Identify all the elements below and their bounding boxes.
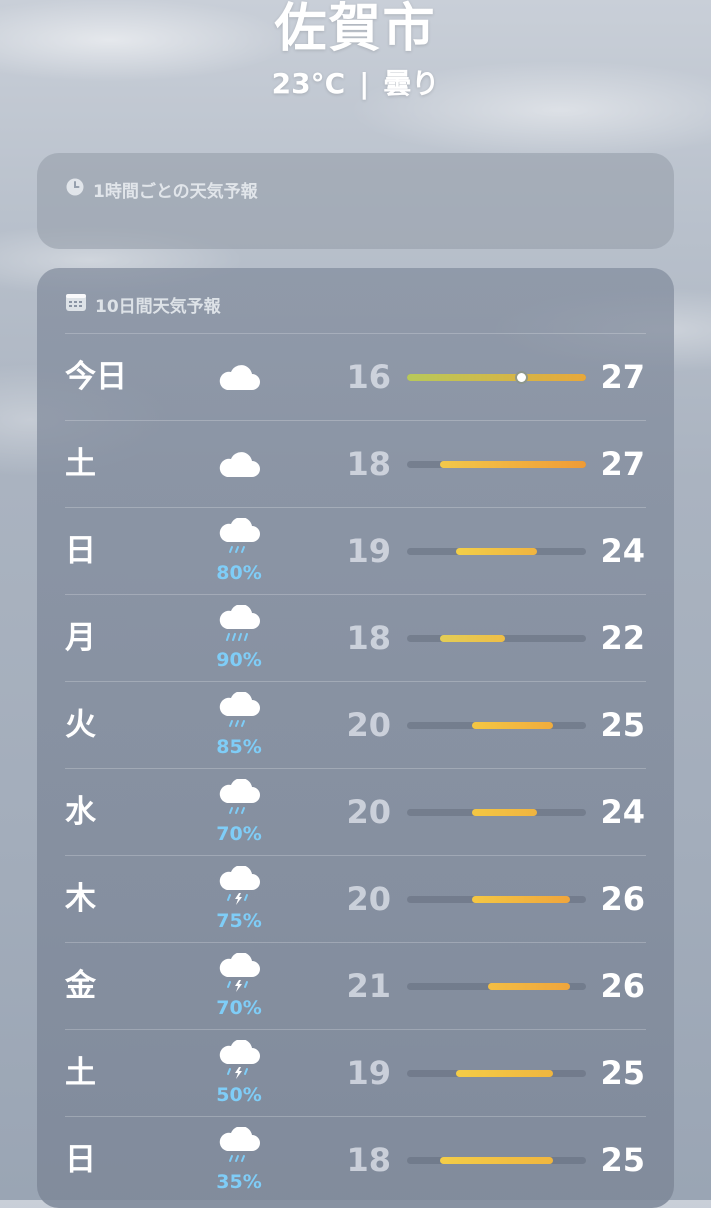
- precipitation-chance: 35%: [216, 1171, 262, 1193]
- forecast-day-label: 月: [65, 620, 96, 656]
- temperature-range-bar: [407, 635, 586, 642]
- low-temperature: 20: [346, 706, 391, 744]
- calendar-icon: [65, 292, 87, 317]
- temperature-range-fill: [439, 1157, 554, 1164]
- current-temperature-marker: [516, 373, 526, 382]
- high-temperature: 27: [600, 358, 645, 396]
- hourly-forecast-title: 1時間ごとの天気予報: [93, 182, 258, 202]
- forecast-row[interactable]: 月 90% 18 22: [37, 595, 674, 682]
- low-temperature: 18: [346, 619, 391, 657]
- forecast-day-label: 金: [65, 968, 96, 1004]
- high-temperature: 24: [600, 532, 645, 570]
- precipitation-chance: 80%: [216, 562, 262, 584]
- forecast-day-label: 日: [65, 533, 96, 569]
- temperature-range-bar: [407, 1157, 586, 1164]
- cloud-icon: [212, 421, 266, 508]
- low-temperature: 20: [346, 880, 391, 918]
- forecast-day-label: 火: [65, 707, 96, 743]
- precipitation-chance: 85%: [216, 736, 262, 758]
- precipitation-chance: 70%: [216, 823, 262, 845]
- high-temperature: 27: [600, 445, 645, 483]
- precipitation-chance: 90%: [216, 649, 262, 671]
- high-temperature: 22: [600, 619, 645, 657]
- daily-forecast-card[interactable]: 10日間天気予報 今日 16 27 土 18 27 日 80% 19 24 月 90% 18 22 火 85%…: [37, 268, 674, 1208]
- forecast-day-label: 土: [65, 446, 96, 482]
- temperature-range-bar: [407, 461, 586, 468]
- forecast-row[interactable]: 火 85% 20 25: [37, 682, 674, 769]
- low-temperature: 20: [346, 793, 391, 831]
- hourly-forecast-header: 1時間ごとの天気予報: [65, 177, 258, 202]
- daily-forecast-header: 10日間天気予報: [65, 292, 221, 317]
- temperature-range-bar: [407, 896, 586, 903]
- city-name: 佐賀市: [274, 0, 437, 59]
- precipitation-chance: 75%: [216, 910, 262, 932]
- low-temperature: 19: [346, 1054, 391, 1092]
- temperature-range-fill: [439, 635, 505, 642]
- high-temperature: 24: [600, 793, 645, 831]
- current-conditions: 23°C | 曇り: [0, 66, 711, 102]
- temperature-range-bar: [407, 983, 586, 990]
- temperature-range-bar: [407, 809, 586, 816]
- temperature-range-fill: [472, 809, 538, 816]
- low-temperature: 16: [346, 358, 391, 396]
- precipitation-chance: 70%: [216, 997, 262, 1019]
- high-temperature: 26: [600, 880, 645, 918]
- low-temperature: 19: [346, 532, 391, 570]
- temperature-range-fill: [472, 896, 570, 903]
- temperature-range-fill: [455, 1070, 554, 1077]
- temperature-range-fill: [488, 983, 570, 990]
- forecast-row[interactable]: 木 75% 20 26: [37, 856, 674, 943]
- high-temperature: 25: [600, 1054, 645, 1092]
- temperature-range-bar: [407, 1070, 586, 1077]
- low-temperature: 21: [346, 967, 391, 1005]
- forecast-row[interactable]: 日 35% 18 25: [37, 1117, 674, 1204]
- forecast-row[interactable]: 土 50% 19 25: [37, 1030, 674, 1117]
- temperature-range-bar: [407, 548, 586, 555]
- forecast-day-label: 土: [65, 1055, 96, 1091]
- current-condition: 曇り: [383, 67, 440, 100]
- high-temperature: 26: [600, 967, 645, 1005]
- conditions-separator: |: [359, 67, 370, 100]
- high-temperature: 25: [600, 706, 645, 744]
- temperature-range-bar: [407, 722, 586, 729]
- forecast-day-label: 木: [65, 881, 96, 917]
- current-temperature: 23°C: [271, 67, 346, 100]
- precipitation-chance: 50%: [216, 1084, 262, 1106]
- temperature-range-fill: [407, 374, 586, 381]
- forecast-row[interactable]: 水 70% 20 24: [37, 769, 674, 856]
- low-temperature: 18: [346, 445, 391, 483]
- hourly-forecast-card[interactable]: 1時間ごとの天気予報: [37, 153, 674, 249]
- high-temperature: 25: [600, 1141, 645, 1179]
- temperature-range-fill: [455, 548, 538, 555]
- forecast-day-label: 水: [65, 794, 96, 830]
- clock-icon: [65, 177, 85, 202]
- daily-forecast-title: 10日間天気予報: [95, 297, 221, 317]
- forecast-row[interactable]: 土 18 27: [37, 421, 674, 508]
- forecast-day-label: 日: [65, 1142, 96, 1178]
- temperature-range-bar: [407, 373, 586, 382]
- low-temperature: 18: [346, 1141, 391, 1179]
- temperature-range-fill: [439, 461, 586, 468]
- location-header: 佐賀市 23°C | 曇り: [0, 0, 711, 102]
- forecast-row[interactable]: 今日 16 27: [37, 334, 674, 421]
- forecast-day-label: 今日: [65, 359, 127, 395]
- temperature-range-fill: [472, 722, 554, 729]
- forecast-row[interactable]: 金 70% 21 26: [37, 943, 674, 1030]
- cloud-icon: [212, 334, 266, 421]
- forecast-row[interactable]: 日 80% 19 24: [37, 508, 674, 595]
